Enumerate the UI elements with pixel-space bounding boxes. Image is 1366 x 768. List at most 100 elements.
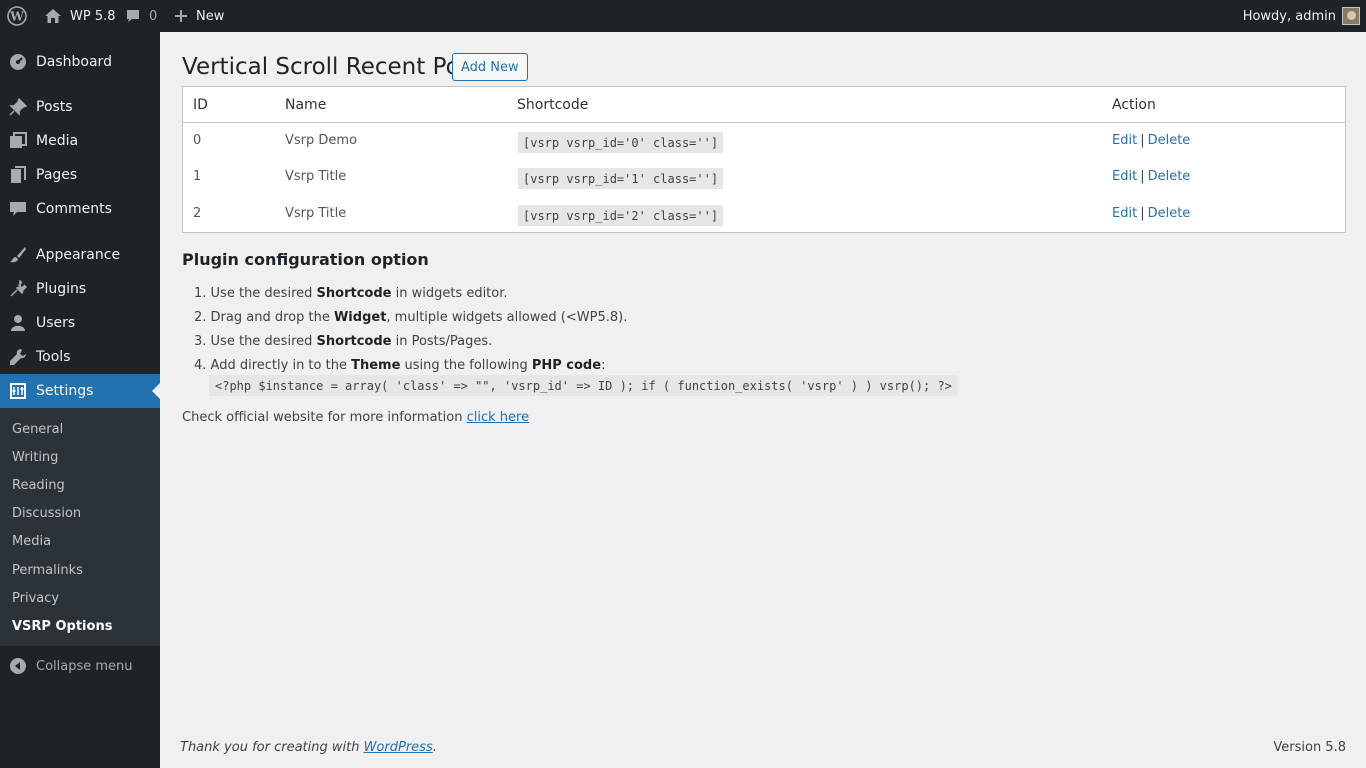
action-separator: | [1140,133,1145,148]
action-separator: | [1140,169,1145,184]
submenu-item-permalinks[interactable]: Permalinks [12,563,83,578]
cell-shortcode: [vsrp vsrp_id='0' class=''] [518,132,724,153]
column-header-shortcode: Shortcode [517,97,589,113]
page-icon [0,166,36,184]
collapse-menu-button[interactable]: Collapse menu [0,649,160,683]
new-label: New [196,8,225,24]
footer-thanks-prefix: Thank you for creating with [180,740,364,755]
edit-link[interactable]: Edit [1112,206,1137,221]
comments-link[interactable]: 0 [125,0,157,32]
config-step: 1. Use the desired Shortcode in widgets … [194,286,508,301]
menu-label: Posts [36,99,73,115]
cell-id: 1 [193,169,202,184]
menu-item-dashboard[interactable]: Dashboard [0,45,160,79]
cell-action: Edit | Delete [1112,133,1190,148]
menu-label: Tools [36,349,71,365]
menu-label: Users [36,315,76,331]
plus-icon [175,10,187,22]
submenu-item-media[interactable]: Media [12,534,51,549]
step-bold: PHP code [531,358,602,373]
config-step: 4. Add directly in to the Theme using th… [194,358,605,373]
cell-shortcode: [vsrp vsrp_id='1' class=''] [518,168,724,189]
menu-label: Comments [36,201,112,217]
dashboard-icon [0,53,36,71]
comments-count: 0 [149,8,158,24]
menu-label: Appearance [36,247,121,263]
submenu-item-vsrp-options[interactable]: VSRP Options [12,619,112,634]
table-header: ID Name Shortcode Action [183,87,1345,123]
howdy-label: Howdy, admin [1242,8,1336,24]
settings-icon [0,382,36,400]
menu-label: Media [36,133,79,149]
menu-item-media[interactable]: Media [0,124,160,158]
step-text: , multiple widgets allowed (<WP5.8). [386,310,628,325]
add-new-button[interactable]: Add New [452,53,528,81]
pin-icon [0,98,36,116]
step-number: 3. [194,334,207,349]
menu-item-posts[interactable]: Posts [0,90,160,124]
new-content-link[interactable]: New [174,0,224,32]
step-text: Add directly in to the [210,358,352,373]
config-step: 2. Drag and drop the Widget, multiple wi… [194,310,627,325]
edit-link[interactable]: Edit [1112,133,1137,148]
column-header-name: Name [285,97,327,113]
menu-item-comments[interactable]: Comments [0,192,160,226]
step-text: Use the desired [210,334,317,349]
click-here-link[interactable]: click here [467,410,529,425]
submenu-item-discussion[interactable]: Discussion [12,506,81,521]
site-name-link[interactable]: WP 5.8 [44,0,116,32]
step-bold: Shortcode [316,334,392,349]
step-text: : [601,358,606,373]
comment-icon [0,200,36,218]
menu-item-settings[interactable]: Settings [0,374,160,408]
submenu-item-reading[interactable]: Reading [12,478,65,493]
delete-link[interactable]: Delete [1148,133,1191,148]
config-step: 3. Use the desired Shortcode in Posts/Pa… [194,334,492,349]
wordpress-logo-icon[interactable]: W [7,0,27,32]
menu-item-plugins[interactable]: Plugins [0,272,160,306]
page-title: Vertical Scroll Recent Post [182,54,481,80]
cell-id: 0 [193,133,202,148]
submenu-item-writing[interactable]: Writing [12,450,58,465]
svg-text:W: W [9,10,24,24]
menu-label: Plugins [36,281,87,297]
delete-link[interactable]: Delete [1148,206,1191,221]
step-text: Use the desired [210,286,317,301]
submenu-item-general[interactable]: General [12,422,63,437]
submenu-item-privacy[interactable]: Privacy [12,591,59,606]
footer-thanks-suffix: . [432,740,437,755]
brush-icon [0,246,36,264]
cell-name: Vsrp Demo [285,133,358,148]
wrench-icon [0,348,36,366]
edit-link[interactable]: Edit [1112,169,1137,184]
menu-item-users[interactable]: Users [0,306,160,340]
plug-icon [0,280,36,298]
menu-item-pages[interactable]: Pages [0,158,160,192]
more-info-text: Check official website for more informat… [182,410,529,425]
cell-name: Vsrp Title [285,206,347,221]
cell-action: Edit | Delete [1112,169,1190,184]
step-text: in widgets editor. [391,286,508,301]
footer-thanks: Thank you for creating with WordPress. [180,740,437,755]
wordpress-link[interactable]: WordPress [364,740,433,755]
delete-link[interactable]: Delete [1148,169,1191,184]
menu-item-tools[interactable]: Tools [0,340,160,374]
step-number: 4. [194,358,207,373]
collapse-menu-label: Collapse menu [36,658,133,674]
cell-action: Edit | Delete [1112,206,1190,221]
table-row: 0 Vsrp Demo [vsrp vsrp_id='0' class=''] … [183,124,1345,160]
cell-id: 2 [193,206,202,221]
menu-item-appearance[interactable]: Appearance [0,238,160,272]
home-icon [45,9,61,23]
site-name-label: WP 5.8 [70,8,116,24]
shortcode-table: ID Name Shortcode Action 0 Vsrp Demo [vs… [182,86,1346,233]
column-header-id: ID [193,97,208,113]
media-icon [0,132,36,150]
admin-menu: Dashboard Posts Media Pages Comments App… [0,32,160,768]
menu-label: Pages [36,167,78,183]
section-title: Plugin configuration option [182,250,429,269]
table-row: 1 Vsrp Title [vsrp vsrp_id='1' class='']… [183,160,1345,196]
step-bold: Shortcode [316,286,392,301]
my-account-link[interactable]: Howdy, admin [1243,0,1360,32]
action-separator: | [1140,206,1145,221]
